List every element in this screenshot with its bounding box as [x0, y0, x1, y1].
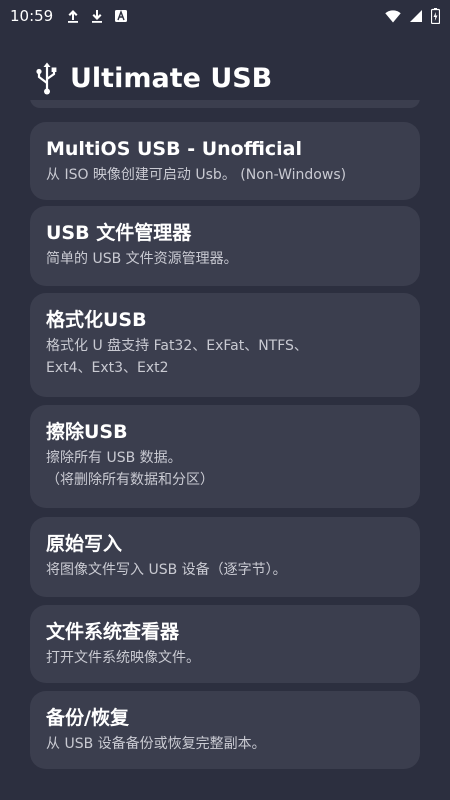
signal-icon: [409, 9, 423, 23]
card-backup-restore[interactable]: 备份/恢复 从 USB 设备备份或恢复完整副本。: [30, 691, 420, 769]
feature-list[interactable]: MultiOS USB - Unofficial 从 ISO 映像创建可启动 U…: [0, 100, 450, 800]
app-title: Ultimate USB: [70, 62, 273, 94]
usb-icon: [30, 61, 64, 95]
status-time: 10:59: [10, 7, 54, 25]
upload-icon: [67, 9, 79, 23]
status-notification-icons: [67, 9, 128, 23]
card-description: 擦除所有 USB 数据。 （将删除所有数据和分区）: [46, 450, 214, 488]
card-title: 备份/恢复: [46, 707, 129, 729]
card-description: 从 USB 设备备份或恢复完整副本。: [46, 736, 266, 752]
card-title: 擦除USB: [46, 421, 128, 443]
card-description: 简单的 USB 文件资源管理器。: [46, 251, 238, 267]
card-title: 文件系统查看器: [46, 621, 180, 643]
card-description: 格式化 U 盘支持 Fat32、ExFat、NTFS、 Ext4、Ext3、Ex…: [46, 338, 308, 376]
card-format-usb[interactable]: 格式化USB 格式化 U 盘支持 Fat32、ExFat、NTFS、 Ext4、…: [30, 293, 420, 397]
card-multios-usb[interactable]: MultiOS USB - Unofficial 从 ISO 映像创建可启动 U…: [30, 122, 420, 200]
wifi-icon: [385, 9, 401, 23]
card-description: 打开文件系统映像文件。: [46, 650, 200, 666]
battery-charging-icon: [431, 8, 440, 24]
card-description: 将图像文件写入 USB 设备（逐字节）。: [46, 562, 287, 578]
status-system-icons: [385, 8, 440, 24]
card-title: 格式化USB: [46, 309, 147, 331]
card-title: 原始写入: [46, 533, 123, 555]
card-title: MultiOS USB - Unofficial: [46, 138, 303, 160]
previous-card-edge[interactable]: [30, 100, 420, 108]
card-description: 从 ISO 映像创建可启动 Usb。 (Non-Windows): [46, 167, 347, 183]
card-raw-write[interactable]: 原始写入 将图像文件写入 USB 设备（逐字节）。: [30, 517, 420, 597]
app-header: Ultimate USB: [30, 58, 272, 98]
card-filesystem-viewer[interactable]: 文件系统查看器 打开文件系统映像文件。: [30, 605, 420, 683]
a-notification-icon: [115, 10, 128, 22]
screen: 10:59 Ultimate USB MultiOS USB - Unoffic…: [0, 0, 450, 800]
download-icon: [91, 9, 103, 23]
card-erase-usb[interactable]: 擦除USB 擦除所有 USB 数据。 （将删除所有数据和分区）: [30, 405, 420, 508]
status-bar: 10:59: [0, 0, 450, 32]
card-title: USB 文件管理器: [46, 222, 192, 244]
card-usb-file-manager[interactable]: USB 文件管理器 简单的 USB 文件资源管理器。: [30, 206, 420, 286]
